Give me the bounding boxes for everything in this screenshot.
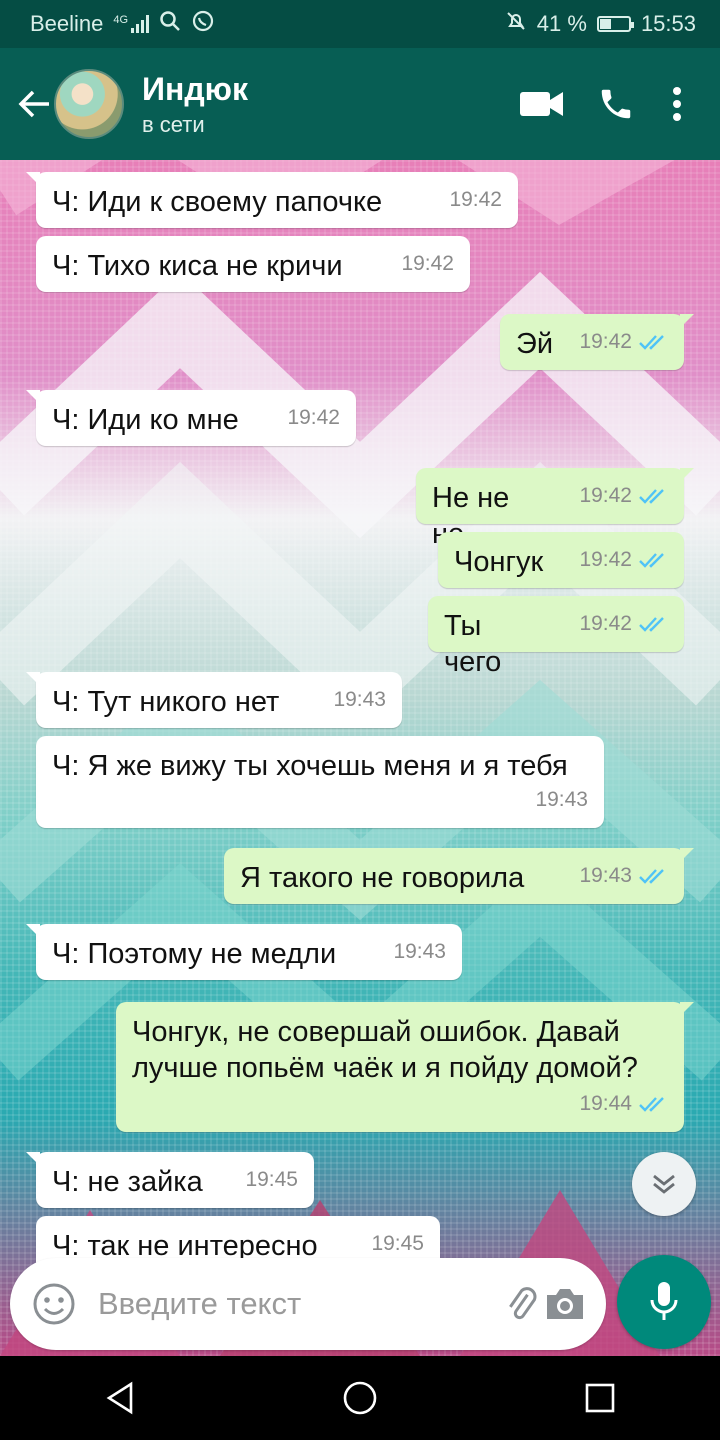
video-call-icon[interactable]	[514, 89, 570, 119]
battery-percent: 41 %	[536, 11, 587, 36]
incoming-message[interactable]: Ч: Тут никого нет 19:43	[26, 672, 402, 728]
message-text: Ч: Я же вижу ты хочешь меня и я тебя	[52, 750, 568, 782]
contact-info[interactable]: Индюк в сети	[142, 70, 514, 138]
message-time: 19:42	[579, 606, 670, 642]
message-time: 19:42	[579, 324, 670, 360]
back-arrow-icon[interactable]	[14, 87, 54, 121]
message-timestamp: 19:43	[535, 788, 588, 811]
avatar[interactable]	[54, 69, 124, 139]
message-timestamp: 19:43	[393, 940, 446, 963]
scroll-down-icon[interactable]	[632, 1152, 696, 1216]
message-time: 19:42	[401, 246, 454, 282]
chat-area[interactable]: Ч: Иди к своему папочке 19:42 Ч: Тихо киса…	[0, 160, 720, 1356]
bubble-tail	[680, 848, 694, 862]
read-ticks-icon	[638, 615, 670, 633]
message-time: 19:42	[579, 478, 670, 514]
bubble-tail	[680, 1002, 694, 1016]
message-timestamp: 19:42	[579, 484, 632, 507]
contact-name: Индюк	[142, 71, 248, 107]
message-timestamp: 19:45	[245, 1168, 298, 1191]
message-time: 19:43	[393, 934, 446, 970]
mic-icon[interactable]	[617, 1255, 711, 1349]
contact-status: в сети	[142, 112, 205, 137]
message-time: 19:42	[287, 400, 340, 436]
carrier-label: Beeline	[30, 11, 104, 36]
recents-square-icon[interactable]	[550, 1381, 650, 1415]
home-circle-icon[interactable]	[310, 1379, 410, 1417]
outgoing-message[interactable]: Не не не19:42	[416, 468, 694, 550]
message-timestamp: 19:42	[401, 252, 454, 275]
back-triangle-icon[interactable]	[70, 1381, 170, 1415]
bubble-tail	[680, 314, 694, 328]
camera-icon[interactable]	[543, 1285, 587, 1323]
read-ticks-icon	[638, 551, 670, 569]
attach-icon[interactable]	[499, 1282, 543, 1326]
message-input-bar	[10, 1258, 606, 1350]
search-icon	[159, 10, 181, 38]
whatsapp-icon	[191, 9, 215, 39]
bubble-tail	[26, 390, 40, 404]
bubble-tail	[26, 672, 40, 686]
incoming-message[interactable]: Ч: не зайка 19:45	[26, 1152, 314, 1208]
network-label: 4G	[113, 14, 129, 26]
outgoing-message[interactable]: Эй 19:42	[500, 314, 694, 370]
message-timestamp: 19:44	[579, 1092, 632, 1115]
emoji-icon[interactable]	[32, 1282, 76, 1326]
message-timestamp: 19:42	[579, 330, 632, 353]
signal-icon: 4G	[113, 14, 150, 33]
bubble-tail	[26, 1152, 40, 1166]
outgoing-message[interactable]: Чонгук, не совершай ошибок. Давай лучше …	[116, 1002, 694, 1132]
message-timestamp: 19:42	[579, 548, 632, 571]
message-timestamp: 19:45	[371, 1232, 424, 1255]
message-time: 19:42	[579, 542, 670, 578]
message-timestamp: 19:43	[579, 864, 632, 887]
chat-header: Индюк в сети	[0, 48, 720, 160]
phone-call-icon[interactable]	[588, 85, 644, 123]
incoming-message[interactable]: Ч: Поэтому не медли 19:43	[26, 924, 462, 980]
outgoing-message[interactable]: Чонгук 19:42	[438, 532, 684, 588]
message-time: 19:45	[245, 1162, 298, 1198]
message-time: 19:43	[579, 858, 670, 894]
message-input[interactable]	[96, 1285, 499, 1323]
incoming-message[interactable]: Ч: Иди ко мне 19:42	[26, 390, 356, 446]
incoming-message[interactable]: Ч: Я же вижу ты хочешь меня и я тебя 19:4…	[36, 736, 604, 828]
incoming-message[interactable]: Ч: Иди к своему папочке 19:42	[26, 172, 518, 228]
incoming-message[interactable]: Ч: Тихо киса не кричи 19:42	[36, 236, 470, 292]
message-time: 19:44	[579, 1086, 670, 1122]
message-timestamp: 19:43	[333, 688, 386, 711]
status-left: Beeline 4G	[30, 9, 215, 39]
message-timestamp: 19:42	[579, 612, 632, 635]
message-timestamp: 19:42	[449, 188, 502, 211]
battery-icon	[596, 16, 634, 32]
read-ticks-icon	[638, 867, 670, 885]
message-text: Ч: Поэтому не медли	[52, 938, 337, 970]
clock: 15:53	[640, 11, 696, 36]
bubble-tail	[680, 468, 694, 482]
outgoing-message[interactable]: Ты чего 19:42	[428, 596, 684, 678]
message-text: Чонгук, не совершай ошибок. Давай лучше …	[132, 1016, 638, 1084]
mute-icon	[505, 10, 527, 38]
read-ticks-icon	[638, 333, 670, 351]
message-time: 19:43	[535, 782, 588, 818]
status-bar: Beeline 4G 41 % 15:53	[0, 0, 720, 48]
system-nav-bar	[0, 1356, 720, 1440]
read-ticks-icon	[638, 1095, 670, 1113]
bubble-tail	[26, 172, 40, 186]
message-time: 19:45	[371, 1226, 424, 1262]
status-right: 41 % 15:53	[505, 10, 696, 38]
message-time: 19:42	[449, 182, 502, 218]
more-vert-icon[interactable]	[662, 86, 692, 122]
bubble-tail	[26, 924, 40, 938]
message-time: 19:43	[333, 682, 386, 718]
message-text: Ч: Тихо киса не кричи	[52, 250, 343, 282]
outgoing-message[interactable]: Я такого не говорила 19:43	[224, 848, 694, 904]
message-timestamp: 19:42	[287, 406, 340, 429]
read-ticks-icon	[638, 487, 670, 505]
message-text: Ч: Иди к своему папочке	[52, 186, 383, 218]
